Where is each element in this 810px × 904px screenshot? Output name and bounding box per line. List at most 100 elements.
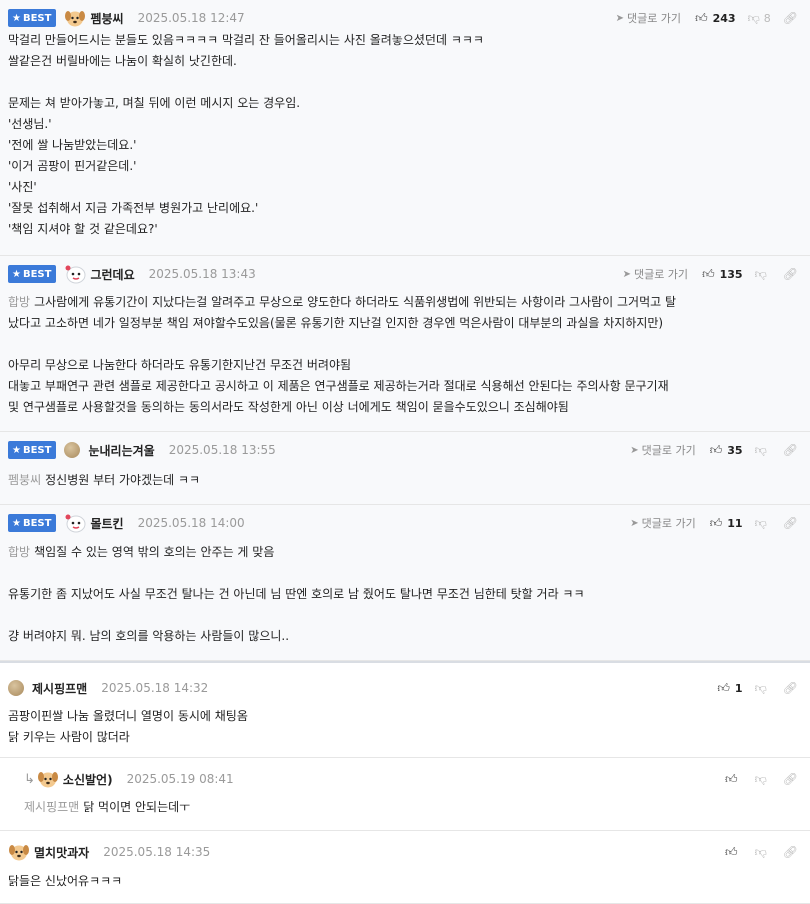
link-icon[interactable]: 🔗︎ xyxy=(783,443,798,457)
send-arrow-icon: ➤ xyxy=(630,517,639,529)
comment-header: ★ BEST 몰트킨 2025.05.18 14:00 xyxy=(8,513,245,533)
comment-line: '선생님.' xyxy=(8,114,798,135)
comment-header: ★ BEST 그런데요 2025.05.18 13:43 xyxy=(8,264,256,284)
downvote-button[interactable]: 👎︎ xyxy=(755,845,771,860)
avatar[interactable] xyxy=(64,263,86,285)
best-badge: ★ BEST xyxy=(8,265,57,283)
comment-date: 2025.05.18 13:43 xyxy=(148,267,256,281)
link-icon[interactable]: 🔗︎ xyxy=(783,772,798,786)
author-nickname[interactable]: 소신발언) xyxy=(63,771,113,788)
avatar[interactable] xyxy=(8,841,30,863)
comment-line: 제시핑프맨 닭 먹이면 안되는데ㅜ xyxy=(24,797,798,818)
link-icon[interactable]: 🔗︎ xyxy=(783,267,798,281)
goto-reply-label: 댓글로 가기 xyxy=(633,268,689,281)
downvote-button[interactable]: 👎︎ xyxy=(755,267,771,282)
thumbs-up-icon: 👍︎ xyxy=(709,515,723,530)
best-comment: ★ BEST 그런데요 2025.05.18 13:43 ➤ 댓글로 가기 👍︎ 135 👎︎ 🔗… xyxy=(0,256,810,432)
avatar[interactable] xyxy=(64,442,81,458)
upvote-button[interactable]: 👍︎ 1 xyxy=(717,681,742,696)
avatar[interactable] xyxy=(64,7,86,29)
downvote-button[interactable]: 👎︎ 8 xyxy=(748,11,771,26)
author-nickname[interactable]: 눈내리는겨울 xyxy=(88,442,154,459)
comment: 멸치맛과자 2025.05.18 14:35 👍︎ 👎︎ 🔗︎ 닭들은 신났어유ㅋㅋㅋ xyxy=(0,831,810,904)
downvote-button[interactable]: 👎︎ xyxy=(755,516,771,531)
thumbs-up-icon: 👍︎ xyxy=(725,844,738,859)
author-nickname[interactable]: 펨붕씨 xyxy=(90,10,123,27)
mention-link[interactable]: 합방 xyxy=(8,295,30,309)
avatar[interactable] xyxy=(8,680,24,696)
comment-line: 걍 버려야지 뭐. 남의 호의를 악용하는 사람들이 많으니.. xyxy=(8,626,798,647)
best-comment: ★ BEST 몰트킨 2025.05.18 14:00 ➤ 댓글로 가기 👍︎ 11 👎︎ 🔗︎ 합… xyxy=(0,505,810,661)
avatar[interactable] xyxy=(37,768,59,790)
goto-reply-link[interactable]: ➤ 댓글로 가기 xyxy=(630,515,696,531)
comment-text: 쌀같은건 버릴바에는 나눔이 확실히 낫긴한데. xyxy=(8,54,237,68)
author-nickname[interactable]: 멸치맛과자 xyxy=(34,844,89,861)
thumbs-down-icon: 👎︎ xyxy=(747,10,760,25)
comment-line: '사진' xyxy=(8,177,798,198)
best-badge: ★ BEST xyxy=(8,9,57,27)
comment-line: '이거 곰팡이 핀거같은데.' xyxy=(8,156,798,177)
comment-line: 문제는 쳐 받아가놓고, 며칠 뒤에 이런 메시지 오는 경우임. xyxy=(8,93,798,114)
star-icon: ★ xyxy=(12,12,21,24)
comment-line xyxy=(8,72,798,93)
goto-reply-link[interactable]: ➤ 댓글로 가기 xyxy=(616,10,682,26)
link-icon[interactable]: 🔗︎ xyxy=(783,516,798,530)
reply-comment: ↳ 소신발언) 2025.05.19 08:41 👍︎ 👎︎ 🔗︎ 제시핑프맨 닭 먹이면 안… xyxy=(0,758,810,831)
thumbs-down-icon: 👎︎ xyxy=(754,844,767,859)
mention-link[interactable]: 펨붕씨 xyxy=(8,473,41,487)
comment-body: 제시핑프맨 닭 먹이면 안되는데ㅜ xyxy=(24,797,798,818)
comment-line: '전에 쌀 나눔받았는데요.' xyxy=(8,135,798,156)
upvote-count: 243 xyxy=(712,11,736,25)
downvote-button[interactable]: 👎︎ xyxy=(755,772,771,787)
downvote-button[interactable]: 👎︎ xyxy=(755,681,771,696)
upvote-button[interactable]: 👍︎ xyxy=(725,845,743,860)
goto-reply-link[interactable]: ➤ 댓글로 가기 xyxy=(623,266,689,282)
comment-text: 유통기한 좀 지났어도 사실 무조건 탈나는 건 아닌데 님 딴엔 호의로 남 … xyxy=(8,587,585,601)
best-comment: ★ BEST 펨붕씨 2025.05.18 12:47 ➤ 댓글로 가기 👍︎ 243 👎︎ 8 🔗… xyxy=(0,0,810,256)
downvote-count: 8 xyxy=(763,11,771,25)
link-icon[interactable]: 🔗︎ xyxy=(783,11,798,25)
comment-body: 합방 책임질 수 있는 영역 밖의 호의는 안주는 게 맞음유통기한 좀 지났어도… xyxy=(8,542,798,647)
comment-text: 닭 먹이면 안되는데ㅜ xyxy=(83,800,191,814)
mention-link[interactable]: 제시핑프맨 xyxy=(24,800,79,814)
comment-actions: ➤ 댓글로 가기 👍︎ 11 👎︎ 🔗︎ xyxy=(630,513,798,533)
comment-text: '전에 쌀 나눔받았는데요.' xyxy=(8,138,137,152)
author-nickname[interactable]: 그런데요 xyxy=(90,266,134,283)
link-icon[interactable]: 🔗︎ xyxy=(783,845,798,859)
comment-date: 2025.05.18 14:35 xyxy=(103,845,211,859)
comment-body: 닭들은 신났어유ㅋㅋㅋ xyxy=(8,871,798,892)
upvote-button[interactable]: 👍︎ 243 xyxy=(695,11,736,26)
comment-header: ↳ 소신발언) 2025.05.19 08:41 xyxy=(24,769,234,789)
comment-line: 펨붕씨 정신병원 부터 가야겠는데 ㅋㅋ xyxy=(8,470,798,491)
comment-text: 그사람에게 유통기간이 지났다는걸 알려주고 무상으로 양도한다 하더라도 식품… xyxy=(34,295,677,309)
comment-line: '잘못 섭취해서 지금 가족전부 병원가고 난리에요.' xyxy=(8,198,798,219)
comment-line: 아무리 무상으로 나눔한다 하더라도 유통기한지난건 무조건 버려야됨 xyxy=(8,355,798,376)
comment-line: 쌀같은건 버릴바에는 나눔이 확실히 낫긴한데. xyxy=(8,51,798,72)
mention-link[interactable]: 합방 xyxy=(8,545,30,559)
comment-text: 걍 버려야지 뭐. 남의 호의를 악용하는 사람들이 많으니.. xyxy=(8,629,290,643)
upvote-button[interactable]: 👍︎ xyxy=(725,772,743,787)
author-nickname[interactable]: 제시핑프맨 xyxy=(32,680,87,697)
comment-text: 대놓고 부패연구 관련 샘플로 제공한다고 공시하고 이 제품은 연구샘플로 제… xyxy=(8,379,669,393)
comment-line: 났다고 고소하면 네가 일정부분 책임 져야할수도있음(물론 유통기한 지난걸 … xyxy=(8,313,798,334)
star-icon: ★ xyxy=(12,517,21,529)
upvote-button[interactable]: 👍︎ 135 xyxy=(702,267,743,282)
star-icon: ★ xyxy=(12,268,21,280)
goto-reply-link[interactable]: ➤ 댓글로 가기 xyxy=(630,442,696,458)
upvote-button[interactable]: 👍︎ 35 xyxy=(710,443,743,458)
comment-header: ★ BEST 눈내리는겨울 2025.05.18 13:55 xyxy=(8,440,276,460)
comment-body: 곰팡이핀쌀 나눔 올렸더니 열명이 동시에 채팅옴 닭 키우는 사람이 많더라 xyxy=(8,706,798,748)
upvote-button[interactable]: 👍︎ 11 xyxy=(710,516,743,531)
comment-header: 제시핑프맨 2025.05.18 14:32 xyxy=(8,678,208,698)
downvote-button[interactable]: 👎︎ xyxy=(755,443,771,458)
comment-text: 곰팡이핀쌀 나눔 올렸더니 열명이 동시에 채팅옴 xyxy=(8,709,248,723)
best-comment: ★ BEST 눈내리는겨울 2025.05.18 13:55 ➤ 댓글로 가기 👍︎ 35 👎︎… xyxy=(0,432,810,505)
upvote-count: 35 xyxy=(727,443,743,457)
link-icon[interactable]: 🔗︎ xyxy=(783,681,798,695)
best-badge-label: BEST xyxy=(22,444,52,456)
avatar[interactable] xyxy=(64,512,86,534)
comment-text: 책임질 수 있는 영역 밖의 호의는 안주는 게 맞음 xyxy=(34,545,275,559)
comment-header: 멸치맛과자 2025.05.18 14:35 xyxy=(8,842,210,862)
author-nickname[interactable]: 몰트킨 xyxy=(90,515,123,532)
comment-line: '책임 지셔야 할 것 같은데요?' xyxy=(8,219,798,240)
